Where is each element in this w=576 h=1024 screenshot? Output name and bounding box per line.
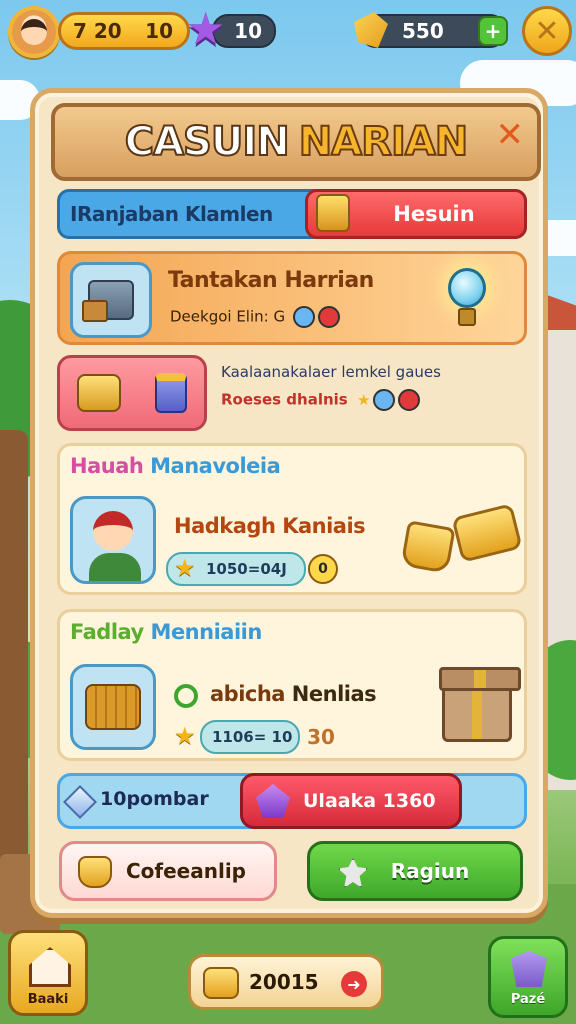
title-part1: CASUIN (124, 118, 291, 166)
gift-box-icon[interactable] (439, 667, 521, 742)
tab-daily[interactable]: IRanjaban Klamlen (70, 202, 273, 226)
close-icon[interactable]: ✕ (496, 115, 524, 155)
go-label: Ragiun (390, 859, 470, 883)
coin-chest-button[interactable] (57, 355, 207, 431)
reward-detail: Roeses dhalnis ★ (221, 389, 421, 411)
gold-bar-icon (451, 503, 523, 563)
player-avatar[interactable] (8, 6, 60, 58)
section-header-a: Fadlay (70, 620, 144, 644)
puzzle-icon (338, 858, 368, 888)
coins-icon (77, 374, 121, 412)
bottom-currency-value: 20015 (249, 970, 319, 994)
search-icon (174, 684, 198, 708)
coin-value-left: 7 20 (73, 19, 122, 43)
bonus-bar: 10pombar Ulaaka 1360 (57, 773, 527, 829)
bonus-label: 10pombar (100, 788, 209, 810)
close-icon: ✕ (534, 13, 560, 49)
add-gems-button[interactable]: + (478, 16, 508, 46)
red-orb-icon (398, 389, 421, 411)
chest-icon (316, 194, 350, 232)
tab-bar: IRanjaban Klamlen Hesuin (57, 189, 527, 239)
coin-counter[interactable]: 7 20 10 (58, 12, 190, 50)
star-icon: ★ (174, 722, 196, 750)
section-header-b: Menniaiin (150, 620, 263, 644)
daily-mission-section: Fadlay Menniaiin abicha Nenlias ★ 1106= … (57, 609, 527, 761)
tree-trunk (0, 430, 28, 890)
star-value: 10 (234, 19, 262, 43)
unlock-label: Ulaaka 1360 (303, 790, 436, 812)
title-part2: NARIAN (298, 118, 470, 166)
hero-portrait[interactable] (70, 496, 156, 584)
quest-subtitle-text: Deekgoi Elin: G (170, 307, 286, 326)
home-label: Baaki (27, 992, 69, 1007)
hero-quest-title: Hadkagh Kaniais (174, 514, 366, 538)
hero-body (89, 553, 141, 581)
crate-icon (85, 684, 141, 730)
blue-orb-icon (292, 306, 315, 328)
mission-progress: 1106= 10 (200, 720, 300, 754)
quest-subtitle: Deekgoi Elin: G (170, 306, 340, 328)
gold-sack-icon (400, 520, 456, 574)
section-header: Fadlay Menniaiin (70, 620, 262, 644)
collect-label: Cofeeanlip (125, 859, 246, 883)
arrow-right-icon[interactable]: ➜ (341, 971, 367, 997)
close-top-button[interactable]: ✕ (522, 6, 572, 56)
home-button[interactable]: Baaki (8, 930, 88, 1016)
mission-title-b: Nenlias (291, 682, 377, 706)
collect-button[interactable]: Cofeeanlip (59, 841, 277, 901)
section-header-b: Manavoleia (150, 454, 281, 478)
avatar-face (21, 19, 47, 45)
pass-icon (511, 951, 547, 987)
hero-quest-section: Hauah Manavoleia Hadkagh Kaniais 1050=04… (57, 443, 527, 595)
reward-detail-text: Roeses dhalnis (221, 390, 348, 409)
red-orb-icon (317, 306, 340, 328)
pot-icon (78, 856, 112, 888)
quest-icon-box (70, 262, 152, 338)
quest-panel: CASUIN NARIAN ✕ IRanjaban Klamlen Hesuin… (30, 88, 548, 918)
blue-orb-icon (373, 389, 396, 411)
diamond-icon (63, 785, 97, 819)
section-header-a: Hauah (70, 454, 144, 478)
hero-head (93, 511, 133, 551)
quest-title: Tantakan Harrian (168, 268, 374, 293)
mission-title-a: abicha (210, 682, 285, 706)
crate-portrait[interactable] (70, 664, 156, 750)
mission-progress-text: 1106= 10 (212, 728, 293, 746)
go-button[interactable]: Ragiun (307, 841, 523, 901)
star-icon: ★ (186, 4, 226, 55)
reward-badge: 0 (308, 554, 338, 584)
hero-progress-text: 1050=04J (206, 560, 287, 578)
lightbulb-icon (438, 262, 496, 334)
top-bar: 7 20 10 10 ★ 550 + ✕ (0, 0, 576, 64)
section-header: Hauah Manavoleia (70, 454, 281, 478)
reward-description: Kaalaanakalaer lemkel gaues (221, 363, 441, 381)
home-icon (29, 947, 71, 987)
star-icon: ★ (174, 554, 196, 582)
mission-title: abicha Nenlias (210, 682, 377, 706)
coin-bag-icon (203, 967, 239, 999)
daily-quest-card[interactable]: Tantakan Harrian Deekgoi Elin: G (57, 251, 527, 345)
plus-icon: + (484, 19, 502, 43)
reward-row: Kaalaanakalaer lemkel gaues Roeses dhaln… (57, 355, 527, 431)
star-icon: ★ (356, 391, 371, 409)
gem-value: 550 (402, 19, 444, 43)
mission-reward-value: 30 (306, 722, 336, 752)
jar-icon (155, 373, 187, 413)
crate-icon (82, 280, 134, 322)
coin-value-right: 10 (145, 19, 173, 43)
tab-reward-label: Hesuin (393, 202, 475, 226)
pass-button[interactable]: Pazé (488, 936, 568, 1018)
bottom-currency[interactable]: 20015 ➜ (188, 954, 384, 1010)
panel-title: CASUIN NARIAN ✕ (51, 103, 541, 181)
pass-label: Pazé (510, 992, 546, 1007)
